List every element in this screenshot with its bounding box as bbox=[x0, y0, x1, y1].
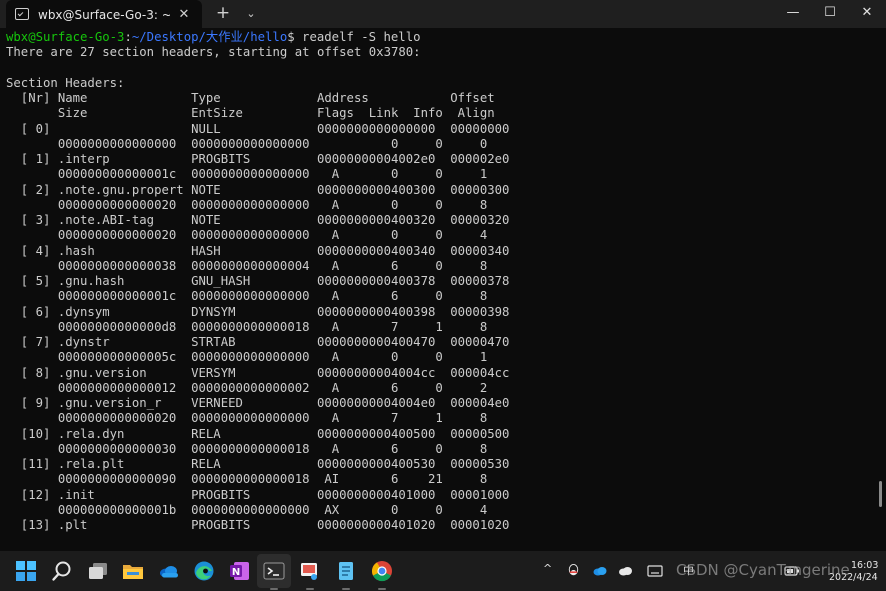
new-tab-button[interactable]: + bbox=[214, 4, 232, 24]
notepad-icon[interactable] bbox=[335, 560, 357, 582]
running-indicator bbox=[342, 588, 350, 590]
output-line: [ 3] .note.ABI-tag NOTE 0000000000400320… bbox=[6, 213, 510, 227]
readelf-output: There are 27 section headers, starting a… bbox=[6, 45, 509, 532]
output-line: 000000000000005c 0000000000000000 A 0 0 … bbox=[6, 350, 488, 365]
output-line: 0000000000000020 0000000000000000 A 0 0 … bbox=[6, 197, 488, 212]
output-line: 0000000000000038 0000000000000004 A 6 0 … bbox=[6, 258, 488, 273]
onenote-icon[interactable]: N bbox=[229, 560, 251, 582]
output-line: [12] .init PROGBITS 0000000000401000 000… bbox=[6, 487, 510, 502]
edge-icon[interactable] bbox=[193, 560, 215, 582]
qq-icon[interactable] bbox=[566, 563, 581, 578]
snipping-tool-icon[interactable] bbox=[299, 560, 321, 582]
command-text: readelf -S hello bbox=[302, 30, 421, 44]
file-explorer-icon[interactable] bbox=[122, 560, 144, 582]
output-line: Section Headers: bbox=[6, 75, 125, 90]
tab-close-icon[interactable]: ✕ bbox=[176, 7, 192, 22]
tab-title: wbx@Surface-Go-3: ~/Desktop/大作业/hello bbox=[38, 7, 170, 22]
running-indicator bbox=[270, 588, 278, 590]
output-line: [ 9] .gnu.version_r VERNEED 000000000040… bbox=[6, 396, 510, 410]
prompt-user: wbx@Surface-Go-3 bbox=[6, 30, 125, 44]
output-line: [Nr] Name Type Address Offset bbox=[6, 91, 495, 105]
scrollbar-thumb[interactable] bbox=[879, 481, 882, 507]
onedrive-icon[interactable] bbox=[158, 560, 180, 582]
output-line: [ 1] .interp PROGBITS 00000000004002e0 0… bbox=[6, 152, 510, 166]
cloud-icon[interactable] bbox=[617, 564, 634, 578]
tray-overflow-chevron[interactable]: ^ bbox=[543, 562, 552, 575]
output-line: [13] .plt PROGBITS 0000000000401020 0000… bbox=[6, 518, 510, 532]
output-line: 0000000000000012 0000000000000002 A 6 0 … bbox=[6, 380, 488, 395]
terminal-icon[interactable] bbox=[263, 560, 285, 582]
csdn-watermark: CSDN @CyanTangerine bbox=[676, 561, 850, 579]
output-line: 00000000000000d8 0000000000000018 A 7 1 … bbox=[6, 319, 488, 334]
output-line: Size EntSize Flags Link Info Align bbox=[6, 106, 495, 121]
output-line: [ 4] .hash HASH 0000000000400340 0000034… bbox=[6, 243, 510, 258]
tab-dropdown-button[interactable]: ⌄ bbox=[243, 4, 259, 24]
output-line: 0000000000000090 0000000000000018 AI 6 2… bbox=[6, 472, 488, 487]
running-indicator bbox=[378, 588, 386, 590]
output-line: [11] .rela.plt RELA 0000000000400530 000… bbox=[6, 457, 510, 471]
task-view-icon[interactable] bbox=[87, 560, 109, 582]
start-icon[interactable] bbox=[15, 560, 37, 582]
output-line: 0000000000000030 0000000000000018 A 6 0 … bbox=[6, 441, 488, 456]
clock-time[interactable]: 16:03 bbox=[851, 560, 878, 571]
output-line: [ 2] .note.gnu.propert NOTE 000000000040… bbox=[6, 182, 510, 197]
output-line: 0000000000000020 0000000000000000 A 7 1 … bbox=[6, 411, 488, 426]
terminal-tab[interactable]: wbx@Surface-Go-3: ~/Desktop/大作业/hello ✕ bbox=[6, 0, 202, 28]
prompt-path: ~/Desktop/大作业/hello bbox=[131, 30, 288, 44]
output-line: [10] .rela.dyn RELA 0000000000400500 000… bbox=[6, 426, 510, 441]
maximize-button[interactable]: ☐ bbox=[811, 0, 849, 28]
running-indicator bbox=[306, 588, 314, 590]
output-line: [ 0] NULL 0000000000000000 00000000 bbox=[6, 121, 510, 136]
onedrive-tray-icon[interactable] bbox=[592, 564, 608, 578]
output-line: 000000000000001c 0000000000000000 A 6 0 … bbox=[6, 289, 488, 304]
output-line: 000000000000001b 0000000000000000 AX 0 0… bbox=[6, 502, 488, 517]
close-button[interactable]: ✕ bbox=[848, 0, 886, 28]
output-line: [ 7] .dynstr STRTAB 0000000000400470 000… bbox=[6, 335, 510, 349]
prompt-separator: : bbox=[124, 30, 132, 44]
output-line: [ 6] .dynsym DYNSYM 0000000000400398 000… bbox=[6, 304, 510, 319]
touch-keyboard-icon[interactable] bbox=[647, 564, 663, 578]
search-icon[interactable] bbox=[51, 560, 73, 582]
output-line: 0000000000000020 0000000000000000 A 0 0 … bbox=[6, 228, 488, 243]
terminal-output[interactable]: wbx@Surface-Go-3:~/Desktop/大作业/hello$ re… bbox=[6, 30, 876, 550]
chrome-icon[interactable] bbox=[371, 560, 393, 582]
output-line: [ 5] .gnu.hash GNU_HASH 0000000000400378… bbox=[6, 274, 510, 288]
minimize-button[interactable]: — bbox=[774, 0, 812, 28]
output-line: There are 27 section headers, starting a… bbox=[6, 45, 421, 60]
title-bar: wbx@Surface-Go-3: ~/Desktop/大作业/hello ✕ … bbox=[0, 0, 886, 28]
output-line: 0000000000000000 0000000000000000 0 0 0 bbox=[6, 136, 488, 151]
prompt-end: $ bbox=[287, 30, 303, 44]
output-line: 000000000000001c 0000000000000000 A 0 0 … bbox=[6, 167, 488, 182]
terminal-icon bbox=[15, 8, 29, 20]
svg-text:N: N bbox=[232, 567, 240, 578]
output-line: [ 8] .gnu.version VERSYM 00000000004004c… bbox=[6, 365, 510, 380]
